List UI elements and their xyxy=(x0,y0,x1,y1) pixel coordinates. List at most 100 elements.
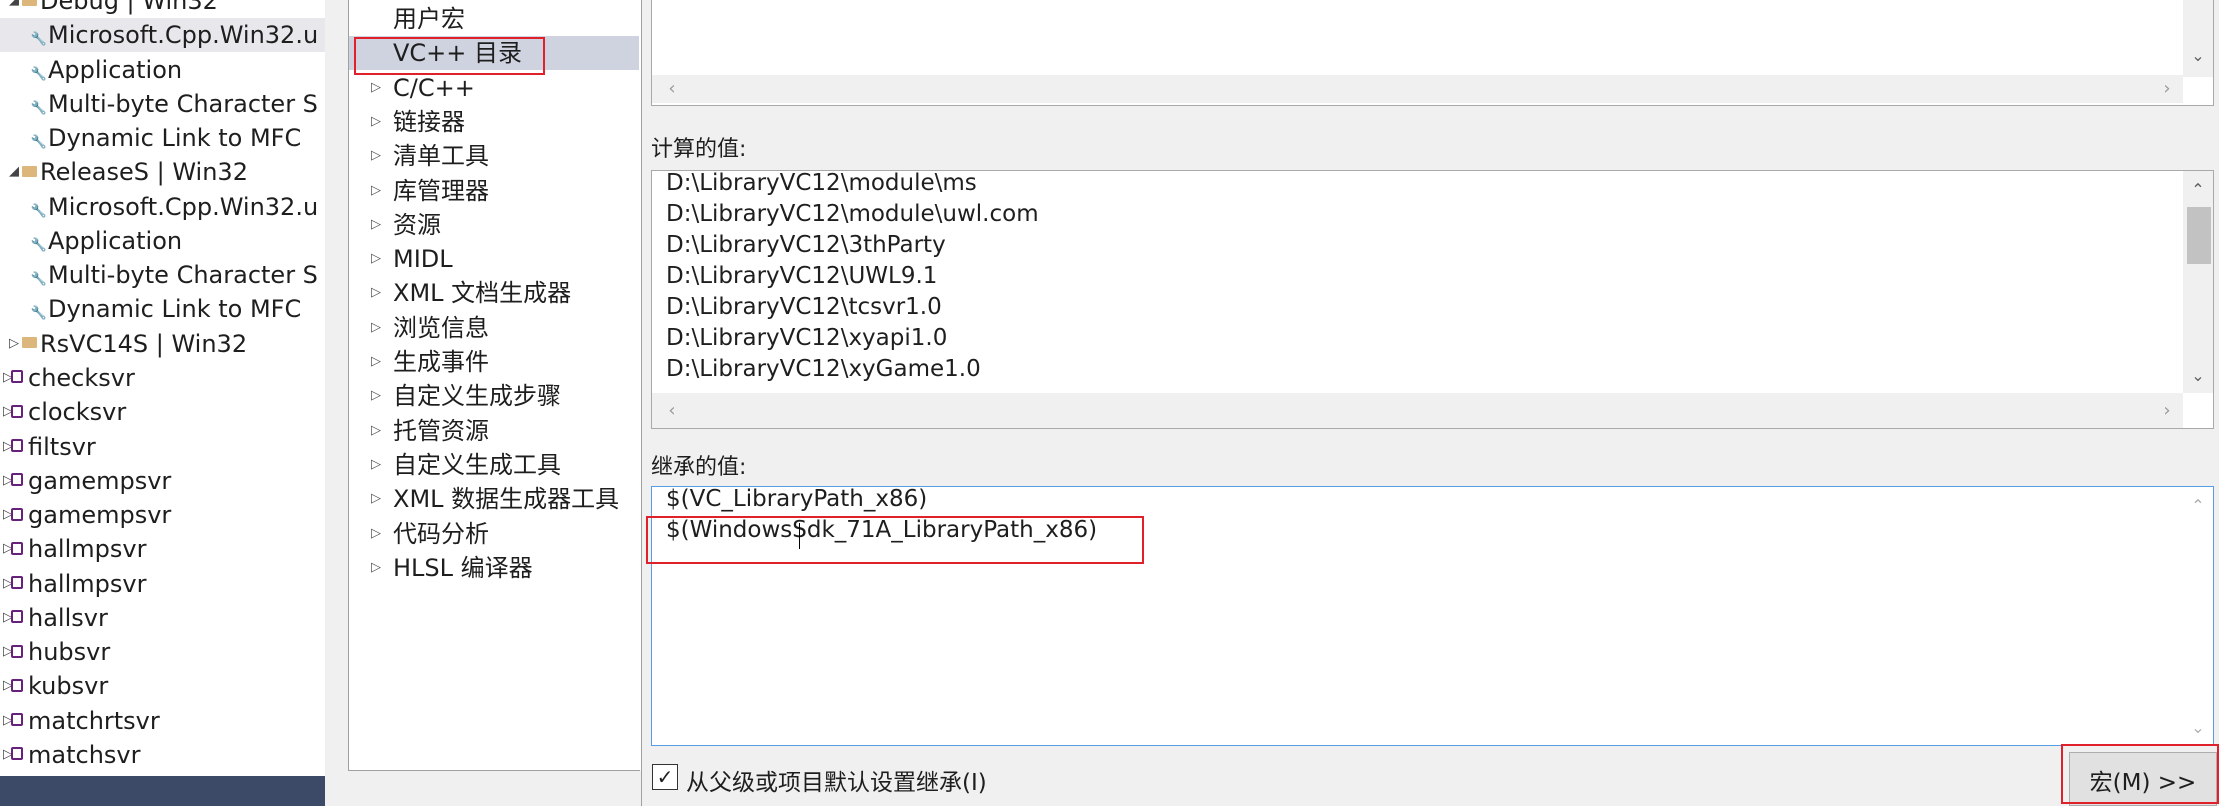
category-item[interactable]: ▷ XML 数据生成器工具 xyxy=(349,482,639,516)
tree-item-project[interactable]: ▷ hallmpsvr xyxy=(0,567,325,601)
collapsed-arrow-icon[interactable]: ▷ xyxy=(371,414,381,448)
collapsed-arrow-icon[interactable]: ▷ xyxy=(371,379,381,413)
wrench-glyph: 🔧 xyxy=(30,306,48,322)
tree-item-config[interactable]: ◢ Debug | Win32 xyxy=(0,0,325,18)
category-item[interactable]: ▷ 自定义生成工具 xyxy=(349,448,639,482)
tree-item-label: hubsvr xyxy=(28,638,111,667)
scroll-left-icon[interactable]: ‹ xyxy=(662,397,682,425)
collapsed-arrow-icon[interactable]: ▷ xyxy=(371,71,381,105)
inherited-vscroll[interactable]: ⌃ ⌄ xyxy=(2183,487,2213,745)
tree-item-label: clocksvr xyxy=(28,398,127,427)
scroll-down-icon[interactable]: ⌄ xyxy=(2183,43,2213,69)
tree-item-config[interactable]: ▷ RsVC14S | Win32 xyxy=(0,327,325,361)
edit-values-vscroll[interactable]: ⌄ xyxy=(2183,0,2213,77)
category-label: 用户宏 xyxy=(393,5,465,33)
tree-item-project[interactable]: ▷ hallmpsvr xyxy=(0,532,325,566)
category-label: 浏览信息 xyxy=(393,313,489,342)
category-item[interactable]: ▷ 自定义生成步骤 xyxy=(349,379,639,413)
category-item[interactable]: ▷ 库管理器 xyxy=(349,174,639,208)
tree-item-label: filtsvr xyxy=(28,432,96,461)
tree-item-project[interactable]: ▷ matchsvr xyxy=(0,738,325,772)
tree-item-label: Debug | Win32 xyxy=(40,0,218,15)
collapsed-arrow-icon[interactable]: ▷ xyxy=(371,276,381,310)
scroll-right-icon[interactable]: › xyxy=(2157,75,2177,103)
collapsed-arrow-icon[interactable]: ▷ xyxy=(371,105,381,139)
category-label: 代码分析 xyxy=(393,519,489,548)
tree-item-project[interactable]: ▷ filtsvr xyxy=(0,430,325,464)
wrench-icon: 🔧 xyxy=(30,292,48,331)
collapsed-arrow-icon[interactable]: ▷ xyxy=(371,517,381,551)
tree-item-label: kubsvr xyxy=(28,672,109,701)
project-icon xyxy=(8,464,26,498)
tree-item-project[interactable]: ▷ kubsvr xyxy=(0,669,325,703)
collapsed-arrow-icon[interactable]: ▷ xyxy=(371,311,381,345)
scroll-up-icon[interactable]: ⌃ xyxy=(2183,493,2213,519)
evaluated-scroll-thumb[interactable] xyxy=(2187,207,2211,264)
collapsed-arrow-icon[interactable]: ▷ xyxy=(371,448,381,482)
tree-item-project[interactable]: ▷ gamempsvr xyxy=(0,498,325,532)
category-item[interactable]: ▷ 生成事件 xyxy=(349,345,639,379)
category-item[interactable]: ▷ 浏览信息 xyxy=(349,311,639,345)
tree-item-sheet[interactable]: 🔧 Multi-byte Character S xyxy=(0,87,325,121)
category-item[interactable]: ▷ HLSL 编译器 xyxy=(349,551,639,585)
folder-icon xyxy=(20,327,38,361)
edit-values-hscroll[interactable]: ‹ › xyxy=(652,75,2183,103)
inherit-checkbox-label[interactable]: 从父级或项目默认设置继承(I) xyxy=(686,763,987,797)
evaluated-values-box: D:\LibraryVC12\module\ms D:\LibraryVC12\m… xyxy=(651,170,2214,429)
category-item[interactable]: ▷ 托管资源 xyxy=(349,414,639,448)
tree-item-label: Microsoft.Cpp.Win32.u xyxy=(48,21,319,50)
scroll-left-icon[interactable]: ‹ xyxy=(662,75,682,103)
folder-icon xyxy=(20,155,38,189)
category-item[interactable]: ▷ 清单工具 xyxy=(349,139,639,173)
tree-item-sheet[interactable]: 🔧 Application xyxy=(0,224,325,258)
wrench-icon: 🔧 xyxy=(30,121,48,160)
category-item[interactable]: ▷ 链接器 xyxy=(349,105,639,139)
scroll-down-icon[interactable]: ⌄ xyxy=(2183,363,2213,389)
category-item[interactable]: ▷ C/C++ xyxy=(349,71,639,105)
collapsed-arrow-icon[interactable]: ▷ xyxy=(371,174,381,208)
tree-item-project[interactable]: ▷ hallsvr xyxy=(0,601,325,635)
collapsed-arrow-icon[interactable]: ▷ xyxy=(371,345,381,379)
inherited-values-label: 继承的值: xyxy=(651,455,747,480)
tree-item-project[interactable]: ▷ checksvr xyxy=(0,361,325,395)
tree-item-sheet[interactable]: 🔧 Microsoft.Cpp.Win32.u xyxy=(0,190,325,224)
collapsed-arrow-icon[interactable]: ▷ xyxy=(371,482,381,516)
value-line: D:\LibraryVC12\xyapi1.0 xyxy=(666,325,948,351)
value-line: D:\LibraryVC12\module\ms xyxy=(666,170,977,196)
tree-item-config[interactable]: ◢ ReleaseS | Win32 xyxy=(0,155,325,189)
category-item[interactable]: 用户宏 xyxy=(349,2,639,36)
tree-item-sheet[interactable]: 🔧 Dynamic Link to MFC xyxy=(0,121,325,155)
value-line: $(VC_LibraryPath_x86) xyxy=(666,486,928,512)
tree-item-sheet[interactable]: 🔧 Application xyxy=(0,53,325,87)
category-label: 链接器 xyxy=(393,107,465,136)
category-item[interactable]: ▷ 代码分析 xyxy=(349,517,639,551)
inherit-checkbox[interactable]: ✓ xyxy=(652,764,678,790)
scroll-down-icon[interactable]: ⌄ xyxy=(2183,715,2213,741)
evaluated-hscroll[interactable]: ‹ › xyxy=(652,393,2183,428)
category-label: XML 数据生成器工具 xyxy=(393,485,620,514)
tree-item-project[interactable]: ▷ hubsvr xyxy=(0,635,325,669)
tree-item-sheet[interactable]: 🔧 Microsoft.Cpp.Win32.u xyxy=(0,18,325,53)
category-item[interactable]: ▷ XML 文档生成器 xyxy=(349,276,639,310)
tree-item-sheet[interactable]: 🔧 Multi-byte Character S xyxy=(0,258,325,292)
tree-item-project[interactable]: ▷ clocksvr xyxy=(0,395,325,429)
tree-item-sheet[interactable]: 🔧 Dynamic Link to MFC xyxy=(0,292,325,326)
category-item[interactable]: ▷ 资源 xyxy=(349,208,639,242)
project-icon xyxy=(8,532,26,566)
value-line: D:\LibraryVC12\module\uwl.com xyxy=(666,201,1039,227)
collapsed-arrow-icon[interactable]: ▷ xyxy=(371,139,381,173)
collapsed-arrow-icon[interactable]: ▷ xyxy=(371,208,381,242)
wrench-icon: 🔧 xyxy=(30,87,48,126)
edit-values-box[interactable]: ⌄ ‹ › xyxy=(651,0,2214,106)
scroll-right-icon[interactable]: › xyxy=(2157,397,2177,425)
scroll-up-icon[interactable]: ⌃ xyxy=(2183,177,2213,203)
evaluated-vscroll[interactable]: ⌃ ⌄ xyxy=(2183,171,2213,393)
category-item[interactable]: ▷ MIDL xyxy=(349,242,639,276)
collapsed-arrow-icon[interactable]: ▷ xyxy=(371,551,381,585)
category-label: HLSL 编译器 xyxy=(393,553,533,582)
value-line: D:\LibraryVC12\xyGame1.0 xyxy=(666,356,981,382)
collapsed-arrow-icon[interactable]: ▷ xyxy=(371,242,381,276)
tree-item-project[interactable]: ▷ gamempsvr xyxy=(0,464,325,498)
tree-item-project[interactable]: ▷ matchrtsvr xyxy=(0,704,325,738)
tree-item-label: Dynamic Link to MFC xyxy=(48,124,302,153)
